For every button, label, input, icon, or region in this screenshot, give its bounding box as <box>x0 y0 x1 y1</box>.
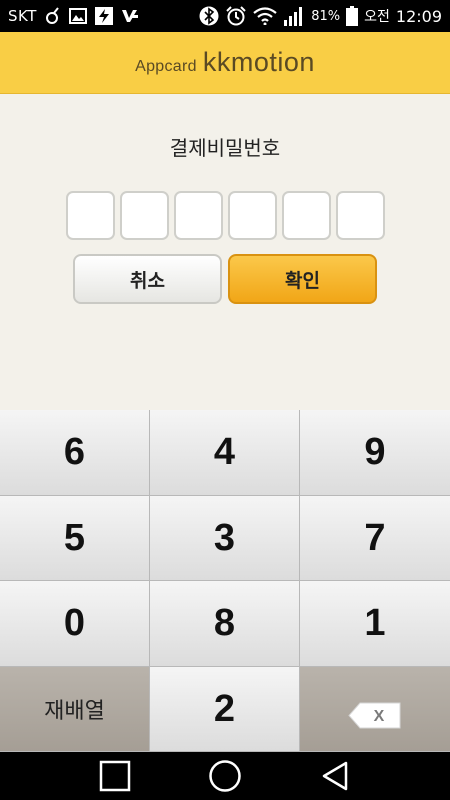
clock: 12:09 <box>395 6 442 26</box>
pin-digit-box[interactable] <box>174 191 223 240</box>
keypad-key[interactable]: 7 <box>300 496 450 581</box>
pin-input-row <box>66 191 385 240</box>
backspace-label: X <box>374 708 385 725</box>
status-bar: SKT 81% 오전 12:09 <box>0 0 450 32</box>
square-icon <box>99 760 131 792</box>
pin-digit-box[interactable] <box>228 191 277 240</box>
pin-digit-box[interactable] <box>336 191 385 240</box>
cancel-button[interactable]: 취소 <box>73 254 222 304</box>
keypad-key[interactable]: 3 <box>150 496 300 581</box>
flash-icon <box>94 7 113 25</box>
brand-kmotion: kkmotion <box>202 47 315 77</box>
keypad-key[interactable]: 2 <box>150 667 300 752</box>
pin-panel: 결제비밀번호 취소 확인 <box>0 94 450 410</box>
page-title: 결제비밀번호 <box>169 136 281 160</box>
back-triangle-icon <box>322 761 348 791</box>
shuffle-button[interactable]: 재배열 <box>0 667 150 752</box>
battery-percent: 81% <box>311 8 341 24</box>
app-header: Appcard kkmotion <box>0 32 450 94</box>
keypad-key[interactable]: 1 <box>300 581 450 667</box>
confirm-button[interactable]: 확인 <box>228 254 377 304</box>
keypad-key[interactable]: 8 <box>150 581 300 667</box>
pin-digit-box[interactable] <box>120 191 169 240</box>
carrier-label: SKT <box>8 7 37 25</box>
home-button[interactable] <box>205 756 245 796</box>
wifi-icon <box>253 7 277 25</box>
circle-icon <box>209 760 241 792</box>
alarm-icon <box>225 6 247 26</box>
keypad-key[interactable]: 9 <box>300 410 450 496</box>
image-icon <box>68 8 87 24</box>
pokemon-icon <box>45 7 61 25</box>
backspace-icon: X <box>348 696 402 728</box>
back-button[interactable] <box>315 756 355 796</box>
pin-digit-box[interactable] <box>282 191 331 240</box>
clock-prefix: 오전 <box>364 9 390 25</box>
recent-apps-button[interactable] <box>95 756 135 796</box>
keypad-key[interactable]: 4 <box>150 410 300 496</box>
brand-logo: Appcard kkmotion <box>135 47 315 78</box>
action-buttons: 취소 확인 <box>73 254 377 304</box>
number-keypad: 6 4 9 5 3 7 0 8 1 재배열 2 X <box>0 410 450 752</box>
keypad-key[interactable]: 0 <box>0 581 150 667</box>
battery-icon <box>346 6 359 26</box>
keypad-key[interactable]: 5 <box>0 496 150 581</box>
keypad-key[interactable]: 6 <box>0 410 150 496</box>
brand-appcard: Appcard <box>135 58 197 75</box>
bluetooth-icon <box>199 6 219 26</box>
v3-icon <box>121 7 139 25</box>
navigation-bar <box>0 752 450 800</box>
signal-icon <box>283 6 305 26</box>
pin-digit-box[interactable] <box>66 191 115 240</box>
backspace-button[interactable]: X <box>300 667 450 752</box>
